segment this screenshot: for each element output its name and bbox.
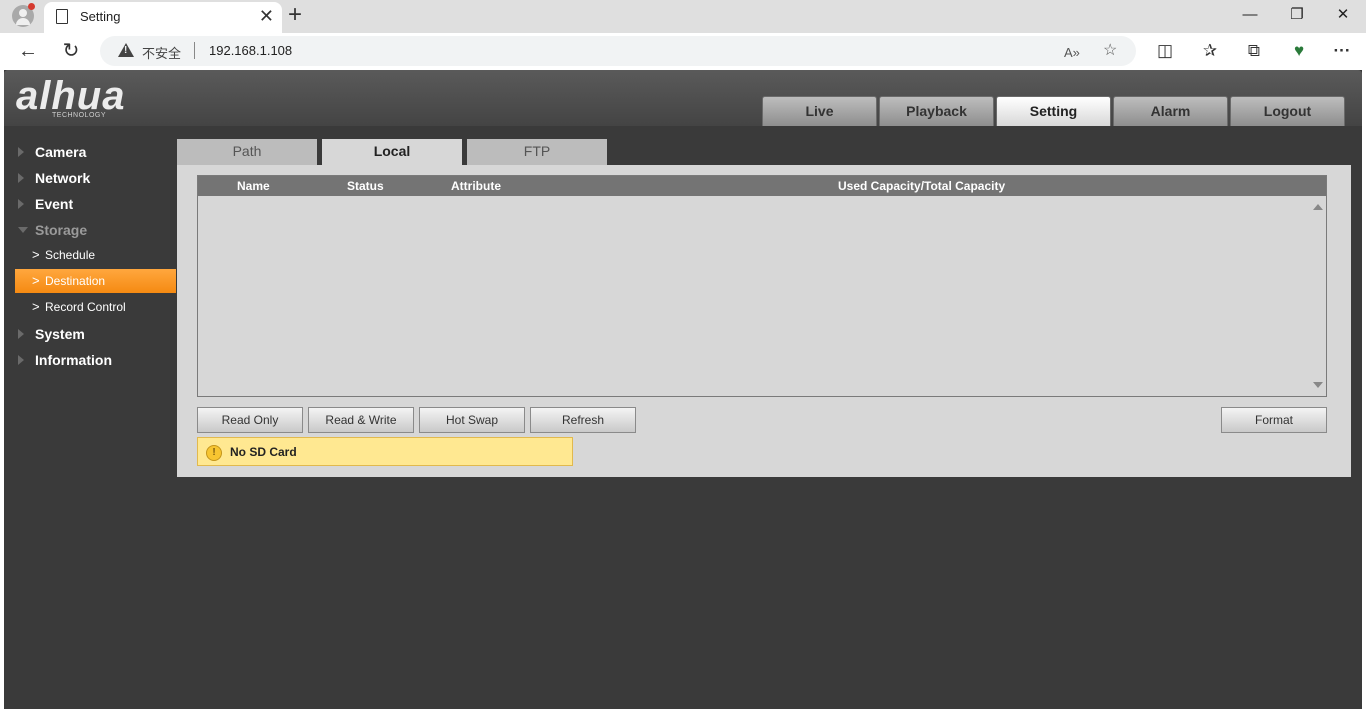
app-header: alhua TECHNOLOGY Live Playback Setting A… xyxy=(4,70,1362,126)
nav-tab-setting[interactable]: Setting xyxy=(996,96,1111,126)
security-status[interactable]: 不安全 xyxy=(142,43,181,62)
notice-text: No SD Card xyxy=(230,445,297,459)
expand-arrow-icon xyxy=(18,329,24,339)
tab-path[interactable]: Path xyxy=(177,139,317,165)
format-button[interactable]: Format xyxy=(1221,407,1327,433)
address-bar-row: ← ↻ 不安全 192.168.1.108 A» ☆ ◫ ✰ ⧉ ♥ ··· xyxy=(0,33,1366,70)
sidebar-item-label: Information xyxy=(35,352,112,368)
back-arrow-icon[interactable]: ← xyxy=(15,38,41,64)
nav-tab-logout[interactable]: Logout xyxy=(1230,96,1345,126)
sidebar-item-information[interactable]: Information xyxy=(4,347,176,373)
hot-swap-button[interactable]: Hot Swap xyxy=(419,407,525,433)
sidebar-item-label: Network xyxy=(35,170,91,186)
sidebar-item-record-control[interactable]: > Record Control xyxy=(15,295,176,319)
sidebar-item-camera[interactable]: Camera xyxy=(4,139,176,165)
more-menu-icon[interactable]: ··· xyxy=(1330,40,1354,62)
tab-local[interactable]: Local xyxy=(322,139,462,165)
table-header: Name Status Attribute Used Capacity/Tota… xyxy=(198,176,1326,196)
chevron-right-icon: > xyxy=(32,273,40,288)
logo-subtext: TECHNOLOGY xyxy=(52,112,107,119)
collections-icon[interactable]: ⧉ xyxy=(1242,40,1266,62)
sidebar-item-schedule[interactable]: > Schedule xyxy=(15,243,176,267)
browser-essentials-icon[interactable]: ♥ xyxy=(1287,40,1311,62)
scroll-down-icon[interactable] xyxy=(1313,382,1323,388)
sidebar-item-network[interactable]: Network xyxy=(4,165,176,191)
expand-arrow-icon xyxy=(18,199,24,209)
nav-tab-playback[interactable]: Playback xyxy=(879,96,994,126)
page-document-icon xyxy=(56,9,68,24)
warning-icon[interactable] xyxy=(118,43,134,57)
read-only-button[interactable]: Read Only xyxy=(197,407,303,433)
sidebar-item-label: Schedule xyxy=(45,248,96,262)
sidebar-item-storage[interactable]: Storage xyxy=(4,217,176,243)
collapse-arrow-icon xyxy=(18,227,28,233)
expand-arrow-icon xyxy=(18,355,24,365)
new-tab-icon[interactable]: + xyxy=(288,2,302,28)
sidebar-item-label: Storage xyxy=(35,222,88,238)
minimize-icon[interactable]: — xyxy=(1238,4,1262,26)
storage-table: Name Status Attribute Used Capacity/Tota… xyxy=(197,175,1327,397)
local-storage-panel: Name Status Attribute Used Capacity/Tota… xyxy=(177,165,1351,477)
read-write-button[interactable]: Read & Write xyxy=(308,407,414,433)
expand-arrow-icon xyxy=(18,173,24,183)
sidebar-item-destination[interactable]: > Destination xyxy=(15,269,176,293)
reload-icon[interactable]: ↻ xyxy=(58,38,84,64)
nav-tab-alarm[interactable]: Alarm xyxy=(1113,96,1228,126)
split-screen-icon[interactable]: ◫ xyxy=(1153,40,1177,62)
status-notice: ! No SD Card xyxy=(197,437,573,466)
chevron-right-icon: > xyxy=(32,299,40,314)
chevron-right-icon: > xyxy=(32,247,40,262)
column-header-name: Name xyxy=(237,179,270,193)
sidebar-item-label: Camera xyxy=(35,144,87,160)
sidebar-item-label: Destination xyxy=(45,274,106,288)
info-bulb-icon: ! xyxy=(206,445,222,461)
favorites-icon[interactable]: ✰ xyxy=(1198,40,1222,62)
browser-tab-title: Setting xyxy=(80,9,121,24)
sidebar-item-label: System xyxy=(35,326,85,342)
app-page: alhua TECHNOLOGY Live Playback Setting A… xyxy=(4,70,1362,709)
sidebar-item-event[interactable]: Event xyxy=(4,191,176,217)
restore-icon[interactable]: ❐ xyxy=(1285,4,1309,26)
tab-ftp[interactable]: FTP xyxy=(467,139,607,165)
column-header-attribute: Attribute xyxy=(451,179,501,193)
scroll-up-icon[interactable] xyxy=(1313,204,1323,210)
table-scrollbar[interactable] xyxy=(1310,196,1326,396)
url-separator xyxy=(194,42,195,59)
profile-notification-dot xyxy=(28,3,35,10)
browser-tab[interactable]: Setting ✕ xyxy=(44,2,282,33)
nav-tab-live[interactable]: Live xyxy=(762,96,877,126)
browser-tab-strip: Setting ✕ + — ❐ ✕ xyxy=(0,0,1366,33)
settings-sidebar: Camera Network Event Storage > Schedule … xyxy=(4,126,176,709)
logo-wordmark: alhua xyxy=(16,74,126,118)
refresh-button[interactable]: Refresh xyxy=(530,407,636,433)
column-header-capacity: Used Capacity/Total Capacity xyxy=(838,179,1006,193)
url-text[interactable]: 192.168.1.108 xyxy=(209,43,292,58)
expand-arrow-icon xyxy=(18,147,24,157)
read-aloud-icon[interactable]: A» xyxy=(1064,43,1080,63)
sidebar-item-label: Event xyxy=(35,196,74,212)
close-window-icon[interactable]: ✕ xyxy=(1331,4,1355,26)
sidebar-item-label: Record Control xyxy=(45,300,126,314)
sidebar-item-system[interactable]: System xyxy=(4,321,176,347)
favorite-star-icon[interactable]: ☆ xyxy=(1103,41,1117,61)
brand-logo: alhua TECHNOLOGY xyxy=(16,76,166,124)
address-bar[interactable]: 不安全 192.168.1.108 A» ☆ xyxy=(100,36,1136,66)
column-header-status: Status xyxy=(347,179,384,193)
tab-close-icon[interactable]: ✕ xyxy=(259,6,274,26)
